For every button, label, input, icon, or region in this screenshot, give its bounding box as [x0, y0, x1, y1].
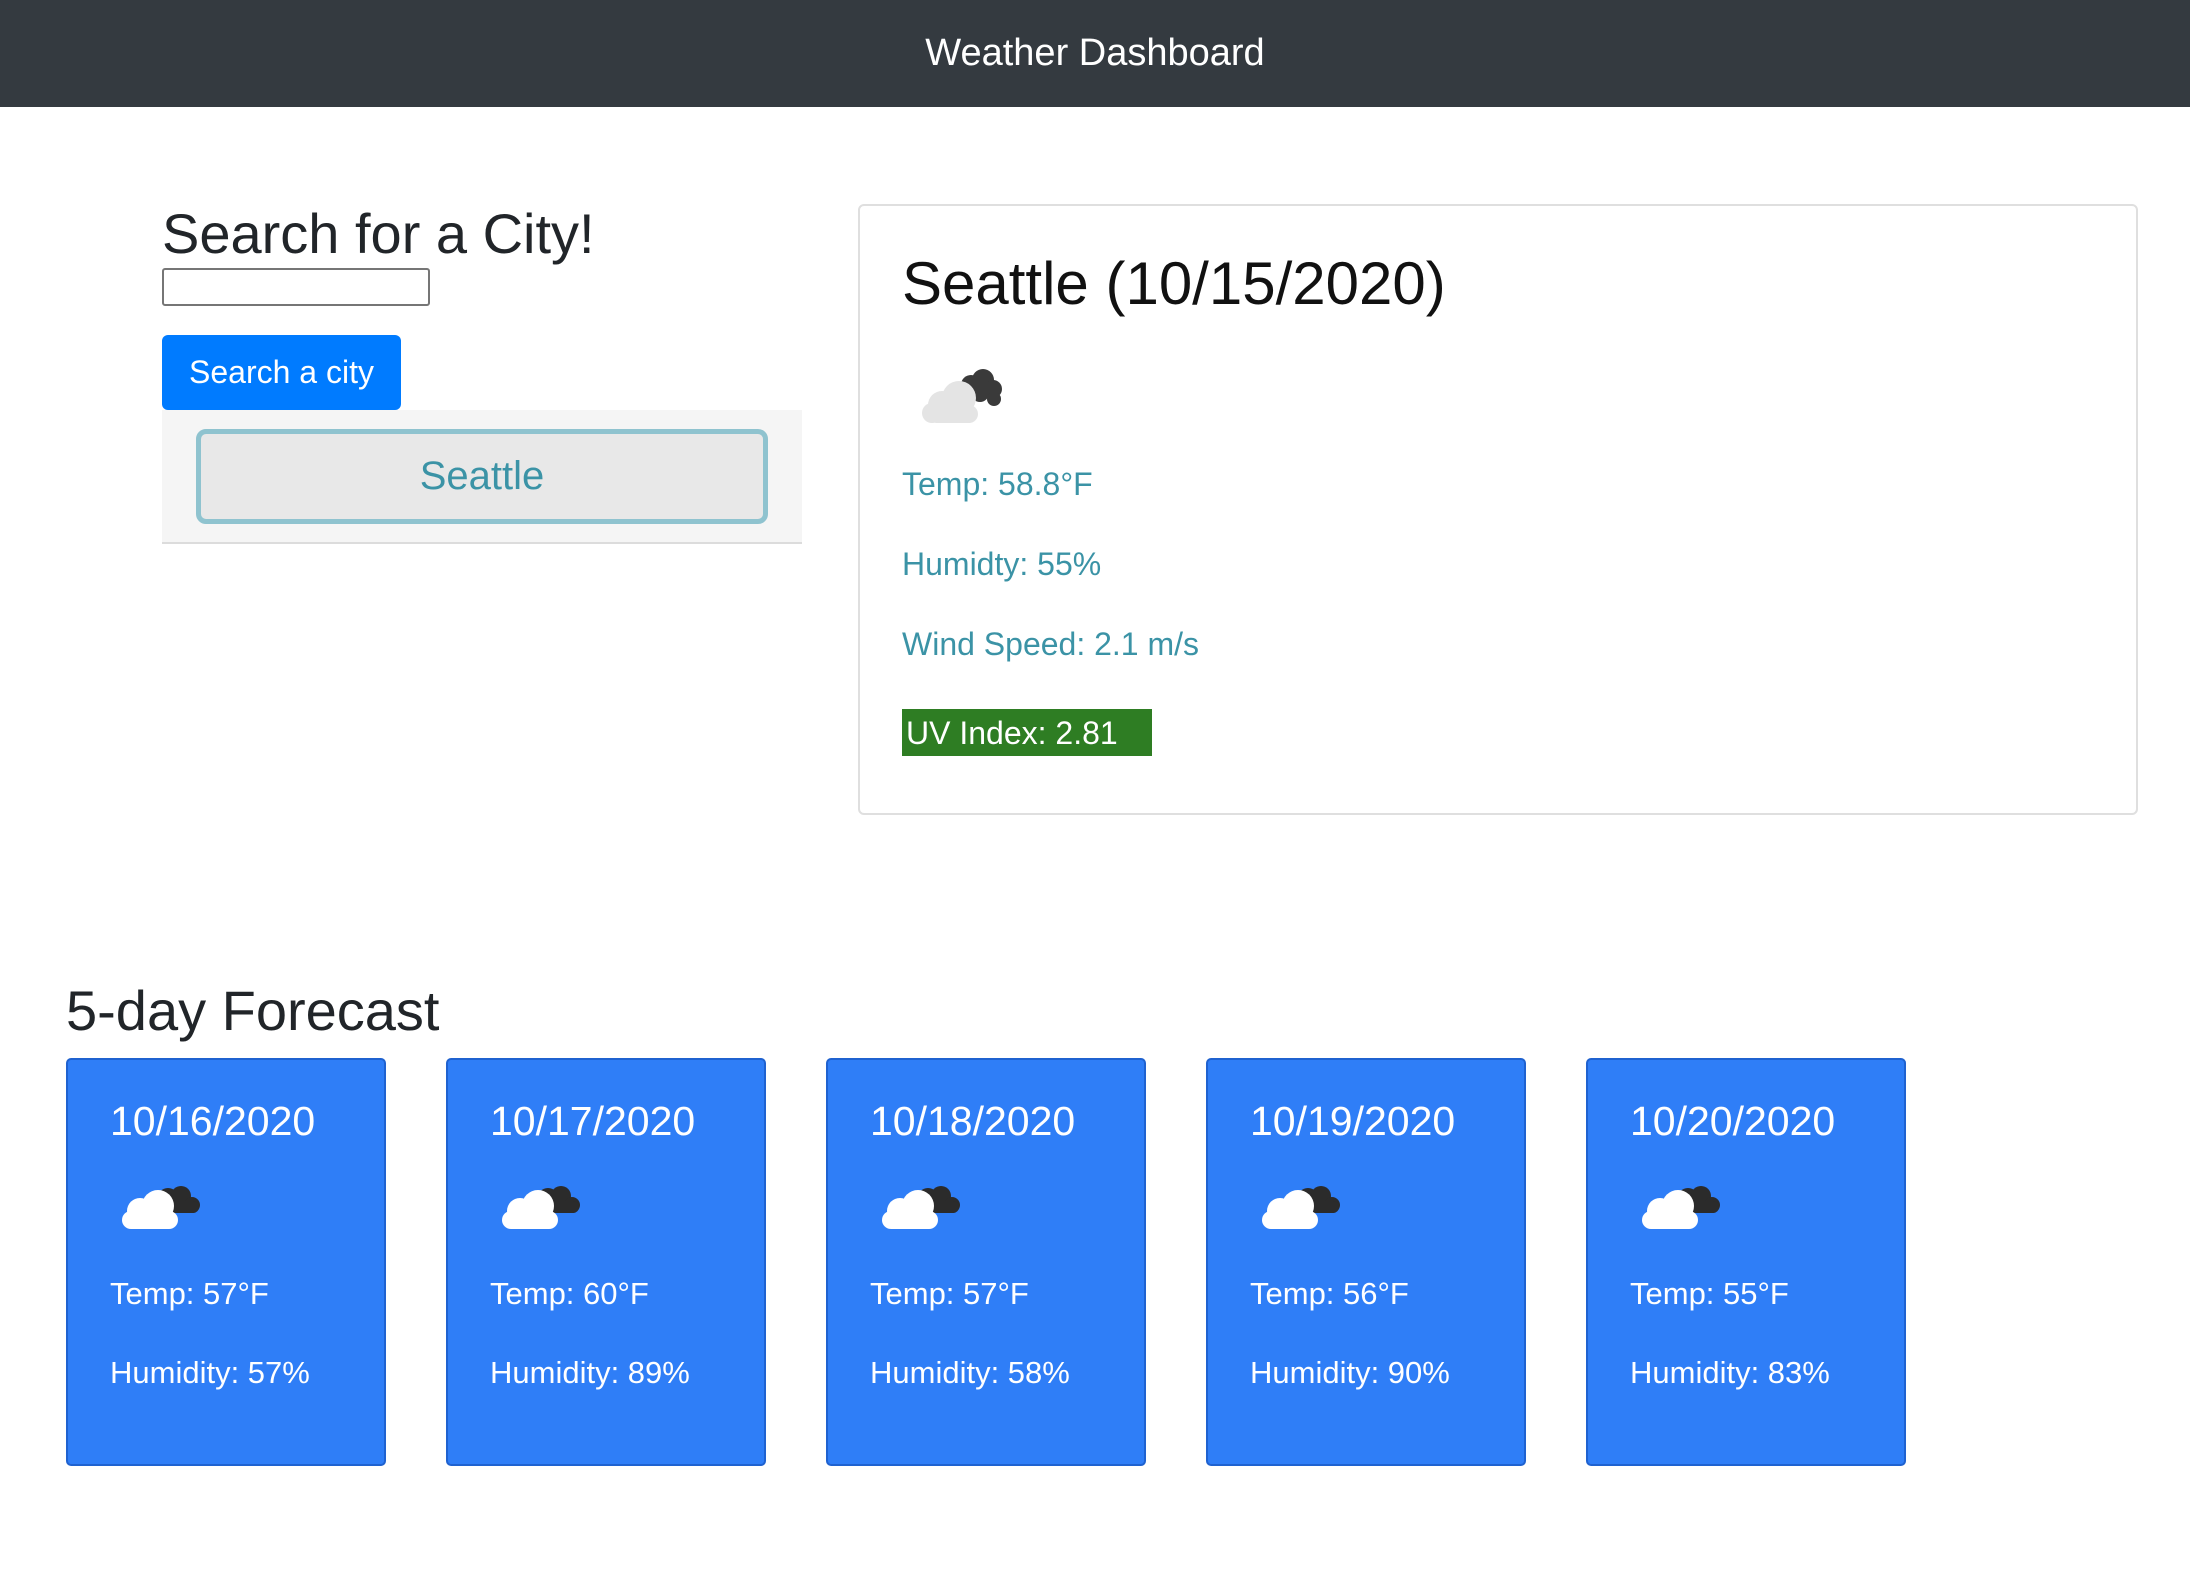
cloud-icon: [876, 1179, 966, 1240]
search-panel: Search for a City! Search a city Seattle: [162, 202, 802, 544]
search-button[interactable]: Search a city: [162, 334, 401, 410]
cloud-icon: [1636, 1179, 1726, 1240]
forecast-humidity: Humidity: 58%: [870, 1355, 1070, 1390]
current-temp: Temp: 58.8°F: [902, 466, 1093, 502]
forecast-humidity: Humidity: 57%: [110, 1355, 310, 1390]
forecast-card: 10/20/2020 Temp: 55°F Humidity: 83%: [1586, 1058, 1906, 1466]
forecast-temp: Temp: 57°F: [110, 1276, 269, 1311]
history-item-seattle[interactable]: Seattle: [196, 428, 768, 524]
search-history: Seattle: [162, 409, 802, 544]
current-wind-speed: Wind Speed: 2.1 m/s: [902, 626, 1200, 662]
uv-index-badge: UV Index: 2.81: [902, 709, 1152, 756]
forecast-temp: Temp: 57°F: [870, 1276, 1029, 1311]
forecast-humidity: Humidity: 90%: [1250, 1355, 1450, 1390]
forecast-card: 10/16/2020 Temp: 57°F Humidity: 57%: [66, 1058, 386, 1466]
forecast-temp: Temp: 55°F: [1630, 1276, 1789, 1311]
current-city-title: Seattle (10/15/2020): [902, 250, 1446, 317]
forecast-temp: Temp: 56°F: [1250, 1276, 1409, 1311]
forecast-card: 10/18/2020 Temp: 57°F Humidity: 58%: [826, 1058, 1146, 1466]
cloud-icon: [1256, 1179, 1346, 1240]
current-weather-card: Seattle (10/15/2020) Temp: 58.8°F Humidt…: [858, 204, 2138, 815]
city-search-input[interactable]: [162, 267, 430, 306]
cloud-icon: [496, 1179, 586, 1240]
forecast-card: 10/19/2020 Temp: 56°F Humidity: 90%: [1206, 1058, 1526, 1466]
search-title: Search for a City!: [162, 202, 595, 265]
current-humidity: Humidty: 55%: [902, 546, 1102, 582]
forecast-humidity: Humidity: 89%: [490, 1355, 690, 1390]
navbar: Weather Dashboard: [0, 0, 2190, 107]
forecast-date: 10/16/2020: [110, 1098, 316, 1144]
cloud-icon: [914, 365, 1004, 430]
cloud-icon: [116, 1179, 206, 1240]
forecast-date: 10/18/2020: [870, 1098, 1076, 1144]
forecast-temp: Temp: 60°F: [490, 1276, 649, 1311]
forecast-date: 10/17/2020: [490, 1098, 696, 1144]
forecast-date: 10/20/2020: [1630, 1098, 1836, 1144]
navbar-title: Weather Dashboard: [925, 32, 1265, 74]
forecast-humidity: Humidity: 83%: [1630, 1355, 1830, 1390]
forecast-date: 10/19/2020: [1250, 1098, 1456, 1144]
forecast-card: 10/17/2020 Temp: 60°F Humidity: 89%: [446, 1058, 766, 1466]
forecast-title: 5-day Forecast: [66, 979, 440, 1042]
